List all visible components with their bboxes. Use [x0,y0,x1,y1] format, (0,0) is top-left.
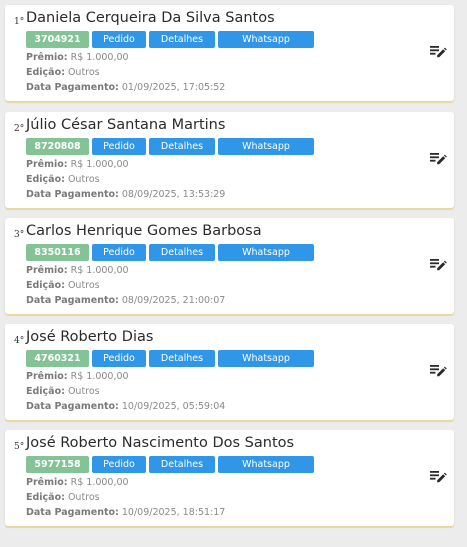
winner-name: Júlio César Santana Martins [26,117,226,133]
premio-field: Prêmio: R$ 1.000,00 [26,265,129,276]
winner-name: Carlos Henrique Gomes Barbosa [26,223,262,239]
winner-card: 4° José Roberto Dias 4760321 Pedido Detalh… [5,324,454,420]
edicao-label: Edição: [26,174,65,185]
ticket-code-badge: 8350116 [26,244,89,261]
edicao-field: Edição: Outros [26,67,100,78]
pedido-button[interactable]: Pedido [92,138,146,155]
playlist-edit-icon[interactable] [429,43,447,59]
whatsapp-button[interactable]: Whatsapp [218,350,314,367]
edicao-value: Outros [67,386,100,397]
action-row: 4760321 Pedido Detalhes Whatsapp [26,350,317,367]
winner-card: 3° Carlos Henrique Gomes Barbosa 8350116… [5,218,454,314]
ticket-code-badge: 3704921 [26,31,89,48]
premio-field: Prêmio: R$ 1.000,00 [26,477,129,488]
data-pagamento-label: Data Pagamento: [26,401,119,412]
edicao-value: Outros [67,67,100,78]
data-pagamento-field: Data Pagamento: 08/09/2025, 13:53:29 [26,189,225,200]
data-pagamento-label: Data Pagamento: [26,295,119,306]
edicao-label: Edição: [26,386,65,397]
detalhes-button[interactable]: Detalhes [149,138,215,155]
winner-card: 2° Júlio César Santana Martins 8720808 Pe… [5,112,454,208]
premio-value: R$ 1.000,00 [70,52,129,63]
edicao-value: Outros [67,174,100,185]
winner-card: 5° José Roberto Nascimento Dos Santos 59… [5,430,454,526]
winner-name: Daniela Cerqueira Da Silva Santos [26,10,275,26]
rank-number: 2° [14,124,25,134]
data-pagamento-label: Data Pagamento: [26,507,119,518]
playlist-edit-icon[interactable] [429,362,447,378]
edicao-field: Edição: Outros [26,174,100,185]
premio-field: Prêmio: R$ 1.000,00 [26,159,129,170]
data-pagamento-field: Data Pagamento: 10/09/2025, 18:51:17 [26,507,225,518]
edicao-field: Edição: Outros [26,492,100,503]
premio-field: Prêmio: R$ 1.000,00 [26,371,129,382]
pedido-button[interactable]: Pedido [92,244,146,261]
edicao-value: Outros [67,280,100,291]
pedido-button[interactable]: Pedido [92,456,146,473]
edicao-field: Edição: Outros [26,280,100,291]
ticket-code-badge: 8720808 [26,138,89,155]
data-pagamento-field: Data Pagamento: 08/09/2025, 21:00:07 [26,295,225,306]
edicao-label: Edição: [26,280,65,291]
edicao-value: Outros [67,492,100,503]
playlist-edit-icon[interactable] [429,150,447,166]
action-row: 8720808 Pedido Detalhes Whatsapp [26,138,317,155]
rank-number: 5° [14,442,25,452]
ticket-code-badge: 4760321 [26,350,89,367]
whatsapp-button[interactable]: Whatsapp [218,456,314,473]
data-pagamento-value: 01/09/2025, 17:05:52 [121,82,226,93]
data-pagamento-value: 08/09/2025, 21:00:07 [121,295,226,306]
edicao-label: Edição: [26,492,65,503]
premio-value: R$ 1.000,00 [70,265,129,276]
premio-label: Prêmio: [26,159,68,170]
data-pagamento-value: 08/09/2025, 13:53:29 [121,189,226,200]
data-pagamento-label: Data Pagamento: [26,82,119,93]
playlist-edit-icon[interactable] [429,256,447,272]
detalhes-button[interactable]: Detalhes [149,31,215,48]
premio-value: R$ 1.000,00 [70,159,129,170]
winner-name: José Roberto Nascimento Dos Santos [26,435,295,451]
premio-field: Prêmio: R$ 1.000,00 [26,52,129,63]
detalhes-button[interactable]: Detalhes [149,244,215,261]
edicao-label: Edição: [26,67,65,78]
action-row: 5977158 Pedido Detalhes Whatsapp [26,456,317,473]
premio-label: Prêmio: [26,371,68,382]
whatsapp-button[interactable]: Whatsapp [218,31,314,48]
data-pagamento-label: Data Pagamento: [26,189,119,200]
rank-number: 1° [14,17,25,27]
playlist-edit-icon[interactable] [429,468,447,484]
edicao-field: Edição: Outros [26,386,100,397]
premio-value: R$ 1.000,00 [70,477,129,488]
whatsapp-button[interactable]: Whatsapp [218,244,314,261]
pedido-button[interactable]: Pedido [92,31,146,48]
action-row: 8350116 Pedido Detalhes Whatsapp [26,244,317,261]
premio-label: Prêmio: [26,52,68,63]
winner-card: 1° Daniela Cerqueira Da Silva Santos 370… [5,5,454,101]
data-pagamento-value: 10/09/2025, 18:51:17 [121,507,226,518]
winner-name: José Roberto Dias [26,329,154,345]
premio-label: Prêmio: [26,477,68,488]
data-pagamento-value: 10/09/2025, 05:59:04 [121,401,226,412]
data-pagamento-field: Data Pagamento: 01/09/2025, 17:05:52 [26,82,225,93]
ticket-code-badge: 5977158 [26,456,89,473]
premio-value: R$ 1.000,00 [70,371,129,382]
rank-number: 4° [14,336,25,346]
whatsapp-button[interactable]: Whatsapp [218,138,314,155]
detalhes-button[interactable]: Detalhes [149,350,215,367]
pedido-button[interactable]: Pedido [92,350,146,367]
data-pagamento-field: Data Pagamento: 10/09/2025, 05:59:04 [26,401,225,412]
detalhes-button[interactable]: Detalhes [149,456,215,473]
rank-number: 3° [14,230,25,240]
action-row: 3704921 Pedido Detalhes Whatsapp [26,31,317,48]
premio-label: Prêmio: [26,265,68,276]
